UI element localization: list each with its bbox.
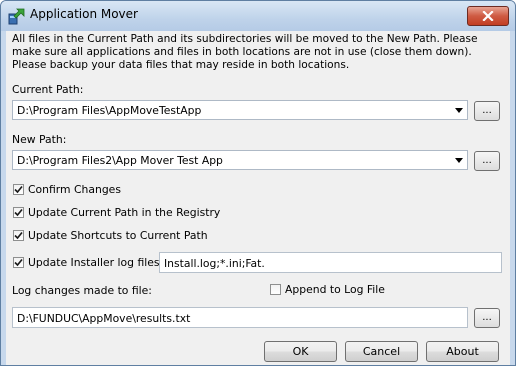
update-registry-option[interactable]: Update Current Path in the Registry: [13, 206, 220, 219]
chevron-down-icon[interactable]: [455, 108, 463, 113]
app-mover-icon: [8, 8, 25, 25]
title-bar[interactable]: Application Mover: [1, 1, 515, 31]
ok-button[interactable]: OK: [264, 341, 337, 362]
log-file-input[interactable]: D:\FUNDUC\AppMove\results.txt: [12, 307, 468, 328]
installer-log-files-input[interactable]: Install.log;*.ini;Fat.: [159, 252, 502, 273]
current-path-browse-button[interactable]: ...: [474, 101, 500, 121]
current-path-combo[interactable]: D:\Program Files\AppMoveTestApp: [12, 100, 468, 120]
checkmark-icon: [14, 185, 23, 194]
update-registry-checkbox[interactable]: [13, 207, 24, 218]
checkmark-icon: [14, 258, 23, 267]
log-file-browse-button[interactable]: ...: [474, 308, 500, 328]
log-file-value: D:\FUNDUC\AppMove\results.txt: [17, 312, 191, 325]
confirm-changes-option[interactable]: Confirm Changes: [13, 183, 121, 196]
append-log-option[interactable]: Append to Log File: [270, 283, 385, 296]
update-shortcuts-option[interactable]: Update Shortcuts to Current Path: [13, 229, 208, 242]
chevron-down-icon[interactable]: [455, 158, 463, 163]
update-installer-logs-option[interactable]: Update Installer log files:: [13, 256, 163, 269]
log-changes-label: Log changes made to file:: [12, 284, 152, 297]
append-log-checkbox[interactable]: [270, 284, 281, 295]
new-path-combo[interactable]: D:\Program Files2\App Mover Test App: [12, 150, 468, 170]
update-installer-logs-label: Update Installer log files:: [28, 256, 164, 269]
about-button[interactable]: About: [426, 341, 499, 362]
confirm-changes-label: Confirm Changes: [28, 183, 121, 196]
window-title: Application Mover: [30, 7, 138, 21]
update-registry-label: Update Current Path in the Registry: [28, 206, 221, 219]
app-window: Application Mover All files in the Curre…: [0, 0, 516, 366]
confirm-changes-checkbox[interactable]: [13, 184, 24, 195]
new-path-browse-button[interactable]: ...: [474, 151, 500, 171]
dialog-body: All files in the Current Path and its su…: [6, 31, 510, 365]
update-installer-logs-checkbox[interactable]: [13, 257, 24, 268]
close-button[interactable]: [467, 6, 509, 26]
new-path-value: D:\Program Files2\App Mover Test App: [17, 154, 223, 167]
close-icon: [482, 11, 494, 21]
new-path-label: New Path:: [12, 133, 67, 146]
append-log-label: Append to Log File: [285, 283, 385, 296]
cancel-button[interactable]: Cancel: [345, 341, 418, 362]
checkmark-icon: [14, 231, 23, 240]
checkmark-icon: [14, 208, 23, 217]
update-shortcuts-checkbox[interactable]: [13, 230, 24, 241]
intro-text: All files in the Current Path and its su…: [12, 33, 478, 71]
current-path-label: Current Path:: [12, 83, 84, 96]
current-path-value: D:\Program Files\AppMoveTestApp: [17, 104, 202, 117]
installer-log-files-value: Install.log;*.ini;Fat.: [164, 257, 265, 270]
update-shortcuts-label: Update Shortcuts to Current Path: [28, 229, 208, 242]
